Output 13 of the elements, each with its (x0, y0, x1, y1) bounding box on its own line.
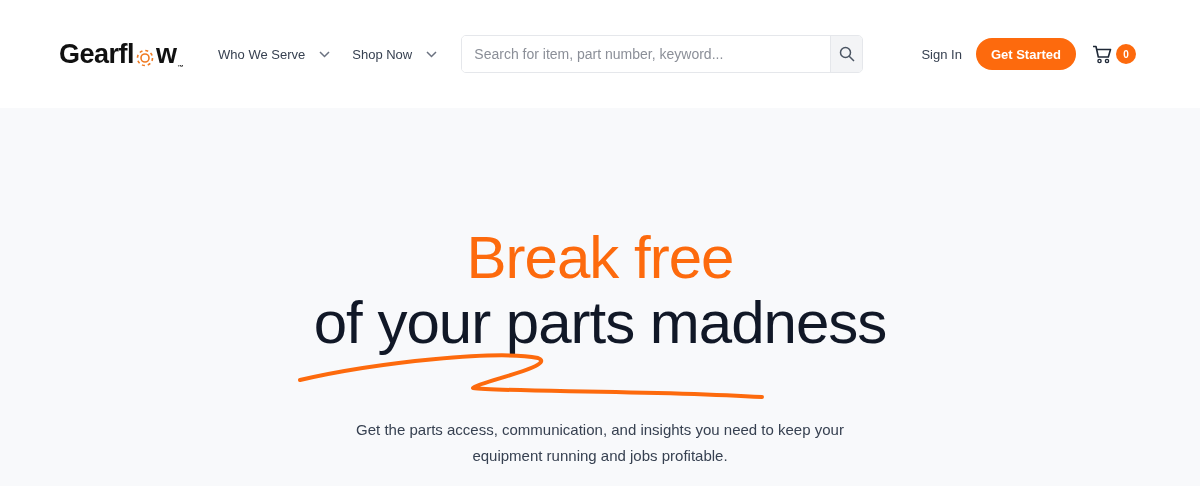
nav-link[interactable]: Shop Now (352, 46, 438, 62)
hero-subtitle: Get the parts access, communication, and insights you need to keep your equipment running and jobs profitable. (355, 420, 845, 466)
cart-count-badge: 0 (1116, 44, 1136, 64)
search-icon (838, 46, 855, 62)
search-field[interactable]: Search for item, part number, keyword... (461, 35, 864, 73)
nav-link[interactable]: Who We Serve (218, 46, 331, 62)
headline: of your parts madness (313, 291, 887, 355)
chevron-down-icon (426, 50, 438, 58)
chevron-down-icon (319, 50, 331, 58)
sign-in-link[interactable]: Sign In (921, 46, 962, 62)
headline-accent: Break free (465, 226, 735, 290)
search-button[interactable] (830, 36, 863, 72)
cart-icon[interactable] (1092, 44, 1112, 64)
